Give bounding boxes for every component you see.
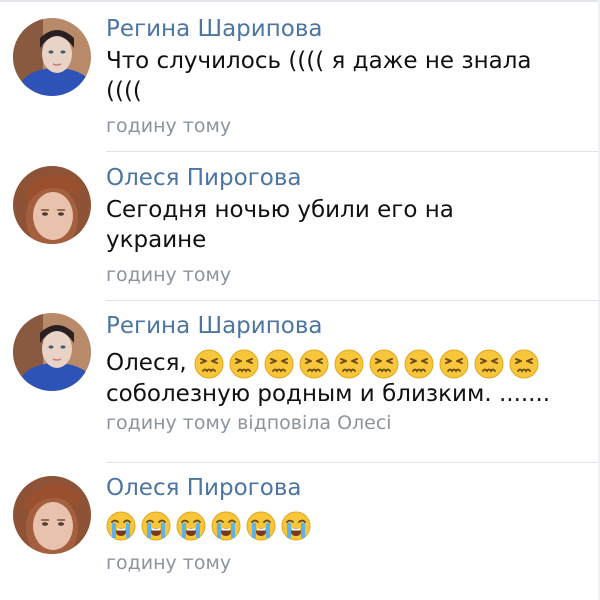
comment-timestamp[interactable]: годину тому [106, 551, 590, 575]
comment-text: Что случилось (((( я даже не знала (((( [106, 46, 590, 106]
persevering-face-emoji [369, 349, 399, 379]
comment-author[interactable]: Регина Шарипова [106, 15, 590, 43]
avatar[interactable] [13, 313, 91, 391]
persevering-face-emoji [229, 349, 259, 379]
comment-author[interactable]: Регина Шарипова [106, 312, 590, 340]
top-divider [0, 0, 600, 2]
loudly-crying-face-emoji [246, 511, 276, 541]
persevering-face-emoji [439, 349, 469, 379]
loudly-crying-face-emoji [281, 511, 311, 541]
comment-timestamp[interactable]: годину тому відповіла Олесі [106, 411, 590, 435]
avatar-woman-red-hair-icon [13, 166, 91, 244]
loudly-crying-face-emoji [141, 511, 171, 541]
comment-text: Сегодня ночью убили его на украине [106, 195, 590, 255]
persevering-face-emoji [404, 349, 434, 379]
loudly-crying-face-emoji [211, 511, 241, 541]
loudly-crying-face-emoji [176, 511, 206, 541]
comment-text [106, 510, 590, 541]
avatar[interactable] [13, 166, 91, 244]
persevering-face-emoji [474, 349, 504, 379]
comment-timestamp[interactable]: годину тому [106, 114, 590, 138]
persevering-face-emoji [334, 349, 364, 379]
comments-screen: Регина Шарипова Что случилось (((( я даж… [0, 0, 600, 600]
emoji-row [194, 348, 544, 379]
reply-mention[interactable]: Олеся, [106, 350, 187, 376]
comment-timestamp[interactable]: годину тому [106, 263, 590, 287]
persevering-face-emoji [299, 349, 329, 379]
comment-text: Олеся, соболезную родным и близким. ....… [106, 348, 590, 409]
comment-text-line: Сегодня ночью убили его на [106, 197, 454, 223]
avatar[interactable] [13, 18, 91, 96]
comment-text-line: Олеся, [106, 348, 590, 379]
persevering-face-emoji [509, 349, 539, 379]
avatar-woman-blue-hoodie-icon [13, 18, 91, 96]
comment-text-line: соболезную родным и близким. ....... [106, 380, 551, 407]
avatar-woman-blue-hoodie-icon [13, 313, 91, 391]
persevering-face-emoji [264, 349, 294, 379]
comment-divider [106, 300, 600, 301]
comment-author[interactable]: Олеся Пирогова [106, 164, 590, 192]
comment-divider [106, 462, 600, 463]
avatar-woman-red-hair-icon [13, 476, 91, 554]
loudly-crying-face-emoji [106, 511, 136, 541]
emoji-row [106, 510, 316, 541]
comment-text-line: Что случилось (((( я даже не знала [106, 48, 532, 74]
comment-divider [106, 151, 600, 152]
persevering-face-emoji [194, 349, 224, 379]
comment-text-line: (((( [106, 78, 142, 104]
comment-text-line: украине [106, 227, 207, 253]
avatar[interactable] [13, 476, 91, 554]
comment-author[interactable]: Олеся Пирогова [106, 474, 590, 502]
